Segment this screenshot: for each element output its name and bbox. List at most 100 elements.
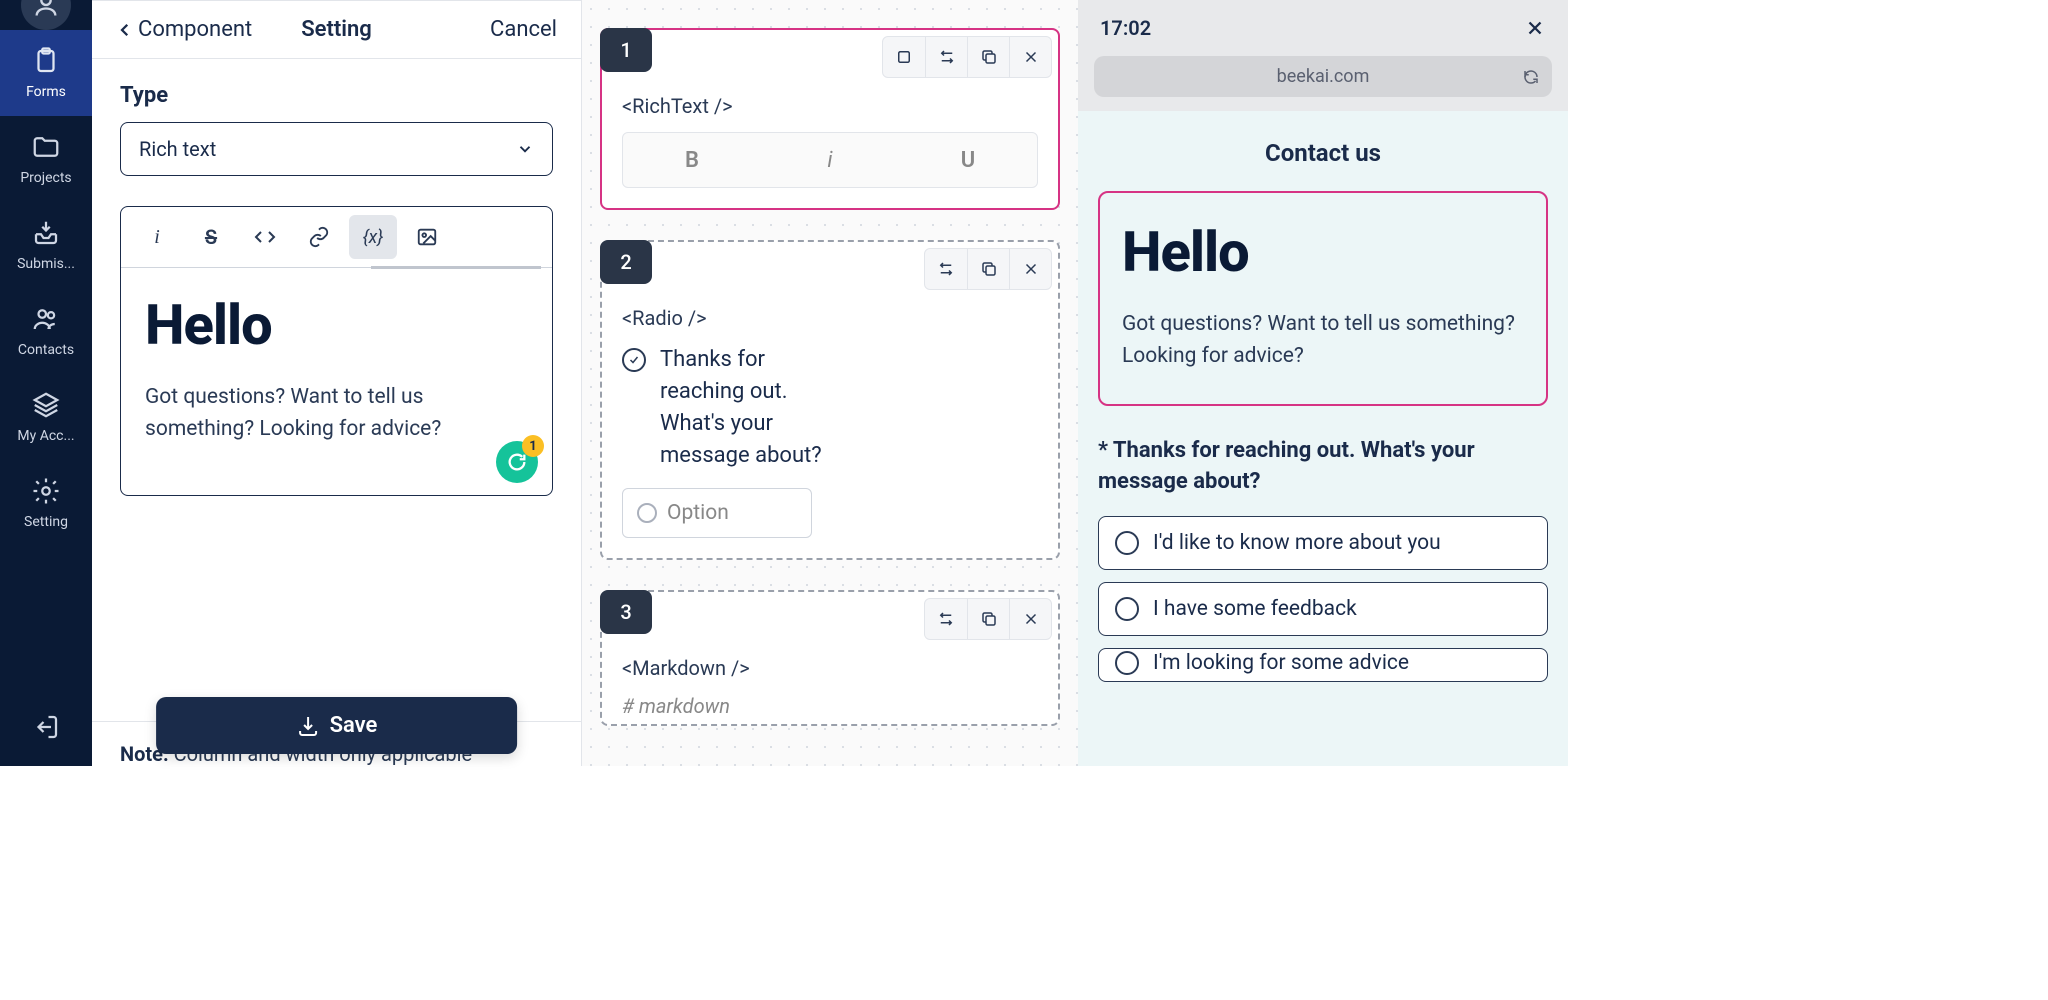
layers-icon xyxy=(31,390,61,420)
folder-icon xyxy=(31,132,61,162)
close-icon[interactable] xyxy=(1009,599,1051,639)
sidebar-item-logout[interactable] xyxy=(0,696,92,766)
back-label: Component xyxy=(138,17,252,42)
move-icon[interactable] xyxy=(925,599,967,639)
content-body: Got questions? Want to tell us something… xyxy=(145,382,528,445)
copy-icon[interactable] xyxy=(967,249,1009,289)
save-label: Save xyxy=(330,713,378,738)
sidebar-item-label: Submis... xyxy=(17,256,75,272)
radio-circle-icon xyxy=(1115,597,1139,621)
link-tool[interactable] xyxy=(295,215,343,259)
underline-indicator: U xyxy=(899,133,1037,187)
richtext-editor[interactable]: i S {x} Hello Got questions? Want to tel… xyxy=(120,206,553,496)
radio-circle-icon xyxy=(637,503,657,523)
gear-icon xyxy=(31,476,61,506)
italic-tool[interactable]: i xyxy=(133,215,181,259)
sidebar-item-label: My Acc... xyxy=(17,428,74,444)
preview-question: * Thanks for reaching out. What's your m… xyxy=(1098,436,1548,498)
editor-header: Component Setting Cancel xyxy=(92,0,581,59)
square-icon[interactable] xyxy=(883,37,925,77)
copy-icon[interactable] xyxy=(967,599,1009,639)
download-icon xyxy=(296,714,320,738)
preview-hello-box: Hello Got questions? Want to tell us som… xyxy=(1098,191,1548,406)
sidebar-item-submissions[interactable]: Submis... xyxy=(0,202,92,288)
avatar[interactable] xyxy=(21,0,71,30)
back-button[interactable]: Component xyxy=(116,17,263,42)
italic-indicator: i xyxy=(761,133,899,187)
block-number: 2 xyxy=(600,240,652,284)
copy-icon[interactable] xyxy=(967,37,1009,77)
type-label: Type xyxy=(120,83,553,108)
close-icon[interactable] xyxy=(1009,37,1051,77)
type-value: Rich text xyxy=(139,137,216,161)
grammarly-count: 1 xyxy=(522,435,544,457)
preview-url: beekai.com xyxy=(1277,66,1370,87)
sidebar-item-label: Forms xyxy=(26,84,66,100)
preview-title: Contact us xyxy=(1098,139,1548,167)
save-button[interactable]: Save xyxy=(156,697,518,754)
preview-url-bar[interactable]: beekai.com xyxy=(1094,56,1552,97)
block-tag: <RichText /> xyxy=(622,94,1038,118)
radio-circle-icon xyxy=(1115,531,1139,555)
cancel-button[interactable]: Cancel xyxy=(410,17,557,42)
code-tool[interactable] xyxy=(241,215,289,259)
strikethrough-tool[interactable]: S xyxy=(187,215,235,259)
block-actions xyxy=(882,36,1052,78)
canvas-block-richtext[interactable]: 1 <RichText /> B i U xyxy=(600,28,1060,210)
editor-content[interactable]: Hello Got questions? Want to tell us som… xyxy=(121,268,552,495)
canvas-block-markdown[interactable]: 3 <Markdown /> # markdown xyxy=(600,590,1060,726)
preview-hello-heading: Hello xyxy=(1122,219,1524,285)
preview-time: 17:02 xyxy=(1100,16,1151,40)
type-select[interactable]: Rich text xyxy=(120,122,553,176)
block-number: 3 xyxy=(600,590,652,634)
check-icon xyxy=(622,348,646,372)
option-placeholder: Option xyxy=(667,501,729,525)
option-label: I have some feedback xyxy=(1153,597,1357,621)
option-label: I'm looking for some advice xyxy=(1153,651,1409,675)
block-actions xyxy=(924,248,1052,290)
preview-hello-body: Got questions? Want to tell us something… xyxy=(1122,309,1524,372)
block-tag: <Radio /> xyxy=(622,306,1038,330)
radio-circle-icon xyxy=(1115,651,1139,675)
clipboard-icon xyxy=(31,46,61,76)
sidebar-item-label: Contacts xyxy=(18,342,74,358)
block-number: 1 xyxy=(600,28,652,72)
content-heading: Hello xyxy=(145,292,528,358)
option-label: I'd like to know more about you xyxy=(1153,531,1441,555)
markdown-hint: # markdown xyxy=(622,694,1038,718)
preview-option[interactable]: I'd like to know more about you xyxy=(1098,516,1548,570)
image-tool[interactable] xyxy=(403,215,451,259)
preview-option[interactable]: I'm looking for some advice xyxy=(1098,648,1548,682)
chevron-down-icon xyxy=(516,140,534,158)
preview-option[interactable]: I have some feedback xyxy=(1098,582,1548,636)
sidebar-item-setting[interactable]: Setting xyxy=(0,460,92,546)
canvas-block-radio[interactable]: 2 <Radio /> Thanks for reaching out. Wha… xyxy=(600,240,1060,560)
radio-question-text: Thanks for reaching out. What's your mes… xyxy=(660,344,822,472)
variable-tool[interactable]: {x} xyxy=(349,215,397,259)
bold-indicator: B xyxy=(623,133,761,187)
sidebar-item-label: Setting xyxy=(24,514,68,530)
sidebar: Forms Projects Submis... Contacts My Acc… xyxy=(0,0,92,766)
editor-toolbar: i S {x} xyxy=(121,207,552,268)
sidebar-item-projects[interactable]: Projects xyxy=(0,116,92,202)
close-icon[interactable] xyxy=(1009,249,1051,289)
sidebar-item-label: Projects xyxy=(20,170,71,186)
preview-panel: 17:02 beekai.com Contact us Hello Got qu… xyxy=(1078,0,1568,766)
sidebar-item-forms[interactable]: Forms xyxy=(0,30,92,116)
refresh-icon[interactable] xyxy=(1522,68,1540,86)
editor-panel: Component Setting Cancel Type Rich text … xyxy=(92,0,582,766)
option-input[interactable]: Option xyxy=(622,488,812,538)
grammarly-badge[interactable]: 1 xyxy=(496,441,538,483)
users-icon xyxy=(31,304,61,334)
move-icon[interactable] xyxy=(925,37,967,77)
logout-icon xyxy=(31,712,61,742)
sidebar-item-contacts[interactable]: Contacts xyxy=(0,288,92,374)
tab-setting[interactable]: Setting xyxy=(263,17,410,42)
block-tag: <Markdown /> xyxy=(622,656,1038,680)
sidebar-item-account[interactable]: My Acc... xyxy=(0,374,92,460)
move-icon[interactable] xyxy=(925,249,967,289)
canvas[interactable]: 1 <RichText /> B i U 2 xyxy=(582,0,1078,766)
inbox-icon xyxy=(31,218,61,248)
close-icon[interactable] xyxy=(1524,17,1546,39)
richtext-preview-toolbar: B i U xyxy=(622,132,1038,188)
